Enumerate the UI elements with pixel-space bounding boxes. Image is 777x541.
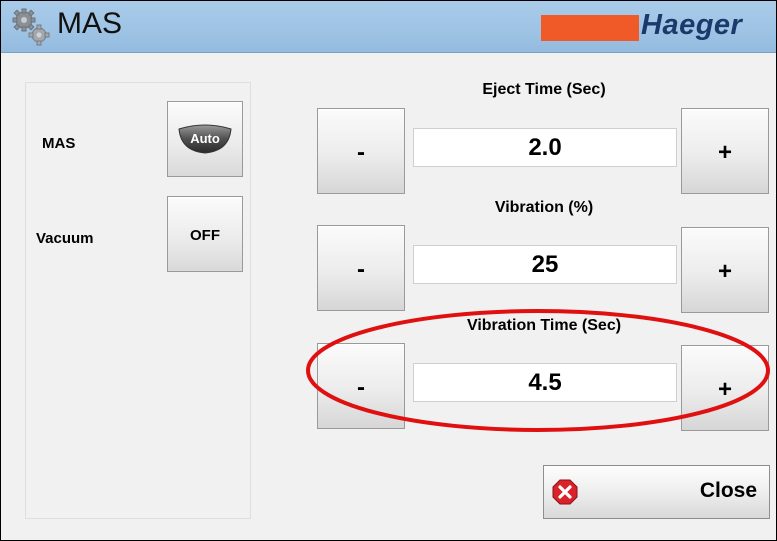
vibration-minus-button[interactable]: - [317, 225, 405, 311]
brand-bar [541, 15, 639, 41]
vibration-time-plus-button[interactable]: + [681, 345, 769, 431]
vacuum-state: OFF [190, 227, 220, 244]
mas-dialog: MAS Haeger MAS Auto Vacuum OFF Eject Tim… [0, 0, 777, 541]
plus-label: + [717, 139, 732, 166]
window-title: MAS [57, 7, 123, 40]
vacuum-label: Vacuum [36, 230, 94, 247]
brand-logo: Haeger [641, 9, 743, 41]
minus-label: - [357, 374, 365, 401]
eject-time-value: 2.0 [413, 128, 677, 167]
close-button[interactable]: Close [543, 465, 770, 519]
minus-label: - [357, 256, 365, 283]
vacuum-toggle-button[interactable]: OFF [167, 196, 243, 272]
minus-label: - [357, 139, 365, 166]
title-bar: MAS Haeger [1, 1, 776, 53]
vibration-time-value: 4.5 [413, 363, 677, 402]
plus-label: + [717, 376, 732, 403]
eject-time-title: Eject Time (Sec) [482, 81, 606, 98]
vibration-plus-button[interactable]: + [681, 227, 769, 313]
close-x-icon [552, 479, 578, 505]
vibration-value: 25 [413, 245, 677, 284]
mas-mode-button[interactable]: Auto [167, 101, 243, 177]
plus-label: + [717, 258, 732, 285]
vibration-time-minus-button[interactable]: - [317, 343, 405, 429]
eject-time-plus-button[interactable]: + [681, 108, 769, 194]
mas-label: MAS [42, 135, 76, 152]
close-label: Close [699, 479, 757, 502]
auto-pill-icon: Auto [176, 123, 234, 155]
gears-icon [11, 8, 51, 46]
eject-time-minus-button[interactable]: - [317, 108, 405, 194]
vibration-title: Vibration (%) [494, 199, 594, 216]
mas-mode-value: Auto [190, 131, 220, 146]
vibration-time-title: Vibration Time (Sec) [466, 317, 622, 334]
mode-panel: MAS Auto Vacuum OFF [25, 82, 251, 519]
